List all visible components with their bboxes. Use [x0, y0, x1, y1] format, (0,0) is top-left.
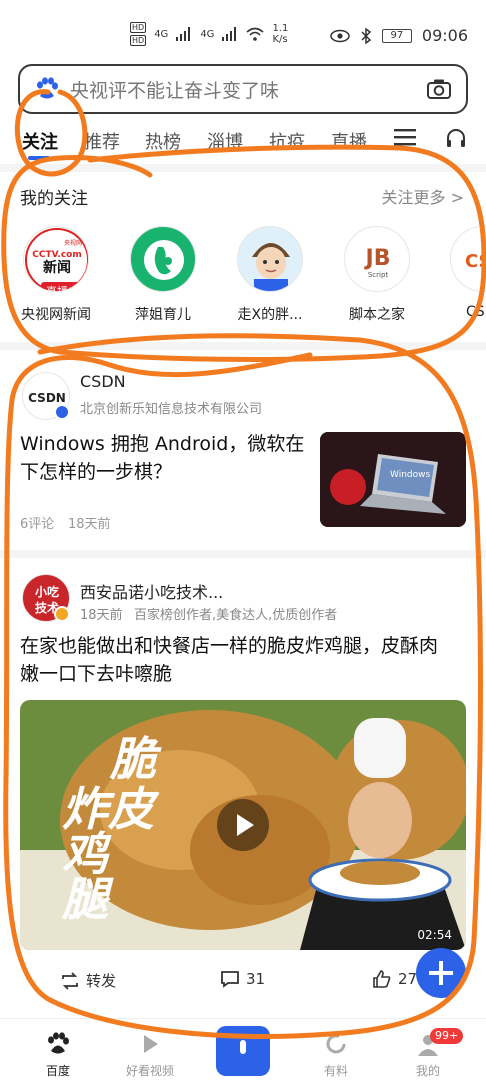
status-bar: HD HD 4G 4G 1.1 K/s 97 09:06	[0, 0, 486, 62]
search-bar[interactable]: 央视评不能让奋斗变了味	[18, 64, 468, 114]
article-thumbnail[interactable]: Windows	[320, 432, 466, 527]
notification-badge: 99+	[430, 1028, 464, 1044]
battery-indicator: 97	[381, 28, 412, 43]
hd-badge: HD	[130, 35, 147, 46]
source-meta: 百家榜创作者,美食达人,优质创作者	[134, 608, 338, 623]
network-type: 4G	[154, 28, 169, 40]
tab-hotlist[interactable]: 热榜	[145, 128, 181, 154]
signal-icon	[222, 27, 237, 41]
follow-item-name: CS	[466, 304, 485, 320]
signal-indicators: HD HD 4G 4G 1.1 K/s	[130, 22, 288, 46]
follow-item[interactable]: 走X的胖...	[222, 226, 318, 324]
hd-badge: HD	[130, 22, 147, 33]
network-type: 4G	[200, 28, 215, 40]
tab-epidemic[interactable]: 抗疫	[269, 128, 305, 154]
divider	[0, 164, 486, 172]
active-tab-indicator	[28, 156, 50, 160]
like-button[interactable]: 27	[372, 970, 417, 988]
cartoon-boy-avatar	[252, 243, 290, 291]
jb-script-logo: JB Script	[364, 246, 391, 279]
nav-item-video[interactable]: 好看视频	[110, 1019, 190, 1079]
video-thumbnail[interactable]: 脆 炸皮 鸡 腿 02:54	[20, 700, 466, 950]
nav-item-home[interactable]: 百度	[18, 1019, 98, 1079]
follow-item-name: 央视网新闻	[21, 307, 91, 323]
mic-icon	[240, 1040, 246, 1054]
wifi-icon	[246, 27, 264, 41]
follow-item-name: 萍姐育儿	[135, 307, 191, 323]
article-actions: 转发 31 27	[0, 970, 486, 1000]
play-button[interactable]	[217, 799, 269, 851]
article-headline[interactable]: 在家也能做出和快餐店一样的脆皮炸鸡腿，皮酥肉 嫩一口下去咔嚓脆	[20, 632, 470, 688]
divider	[0, 342, 486, 350]
avatar: JB Script	[344, 226, 410, 292]
comment-icon	[221, 971, 239, 988]
signal-icon	[176, 27, 191, 41]
nav-item-feed[interactable]: 有料	[296, 1019, 376, 1079]
laptop-image: Windows	[320, 432, 466, 527]
svg-text:CS: CS	[465, 251, 486, 272]
follow-item-name: 脚本之家	[349, 307, 405, 323]
follow-item[interactable]: CS CS	[436, 226, 486, 320]
forward-button[interactable]: 转发	[60, 970, 116, 991]
svg-text:新闻: 新闻	[43, 259, 71, 276]
avatar	[237, 226, 303, 292]
bluetooth-icon	[361, 27, 372, 44]
svg-text:CSDN: CSDN	[28, 391, 66, 405]
verified-icon	[54, 606, 70, 622]
svg-text:小吃: 小吃	[35, 584, 59, 599]
search-input[interactable]: 央视评不能让奋斗变了味	[70, 76, 426, 103]
eye-icon	[330, 29, 350, 42]
voice-search-button[interactable]	[216, 1026, 270, 1076]
svg-text:Windows: Windows	[390, 470, 430, 480]
video-duration: 02:54	[417, 928, 452, 942]
source-age: 18天前	[80, 608, 123, 623]
svg-text:CCTV.com: CCTV.com	[32, 250, 81, 260]
follow-item[interactable]: 萍姐育儿	[115, 226, 211, 324]
avatar: 央视网 CCTV.com 新闻 直播中	[23, 226, 89, 292]
source-meta: 北京创新乐知信息技术有限公司	[80, 402, 263, 417]
svg-text:央视网: 央视网	[64, 239, 82, 247]
thumbs-up-icon	[373, 970, 391, 988]
avatar	[130, 226, 196, 292]
follow-item[interactable]: JB Script 脚本之家	[329, 226, 425, 324]
play-icon	[237, 814, 254, 836]
avatar: CS	[450, 226, 486, 292]
camera-icon[interactable]	[426, 78, 452, 100]
follow-item[interactable]: 央视网 CCTV.com 新闻 直播中 央视网新闻	[8, 226, 104, 324]
play-icon	[144, 1035, 158, 1053]
tab-following[interactable]: 关注	[22, 128, 58, 154]
forward-icon	[62, 971, 78, 990]
section-title: 我的关注	[20, 189, 88, 209]
source-name[interactable]: CSDN	[80, 372, 126, 391]
clock: 09:06	[421, 26, 468, 45]
publish-fab-button[interactable]	[416, 948, 466, 998]
svg-text:脆: 脆	[109, 732, 162, 786]
live-badge: 直播中	[41, 282, 84, 291]
divider	[0, 550, 486, 558]
svg-text:Script: Script	[368, 271, 389, 279]
refresh-icon	[326, 1034, 346, 1054]
menu-icon[interactable]	[394, 128, 416, 146]
headset-icon[interactable]	[445, 127, 467, 149]
baidu-paw-icon	[48, 1032, 69, 1054]
baidu-paw-icon	[37, 77, 58, 99]
tab-recommend[interactable]: 推荐	[84, 128, 120, 154]
svg-text:腿: 腿	[61, 872, 114, 926]
article-age: 18天前	[68, 517, 111, 532]
comment-count: 6评论	[20, 517, 55, 532]
follow-item-name: 走X的胖...	[237, 307, 303, 323]
csdn-logo: CS	[465, 251, 486, 272]
svg-text:JB: JB	[364, 246, 391, 271]
source-name[interactable]: 西安品诺小吃技术...	[80, 579, 223, 603]
comment-button[interactable]: 31	[220, 970, 265, 988]
tab-live[interactable]: 直播	[331, 128, 367, 154]
net-speed: 1.1 K/s	[272, 23, 289, 45]
follow-more-link[interactable]: 关注更多 >	[382, 184, 465, 208]
article-headline[interactable]: Windows 拥抱 Android，微软在 下怎样的一步棋？	[20, 430, 310, 486]
plus-icon	[429, 961, 453, 985]
verified-icon	[54, 404, 70, 420]
tab-zibo[interactable]: 淄博	[207, 128, 243, 154]
mother-baby-logo	[144, 240, 184, 280]
